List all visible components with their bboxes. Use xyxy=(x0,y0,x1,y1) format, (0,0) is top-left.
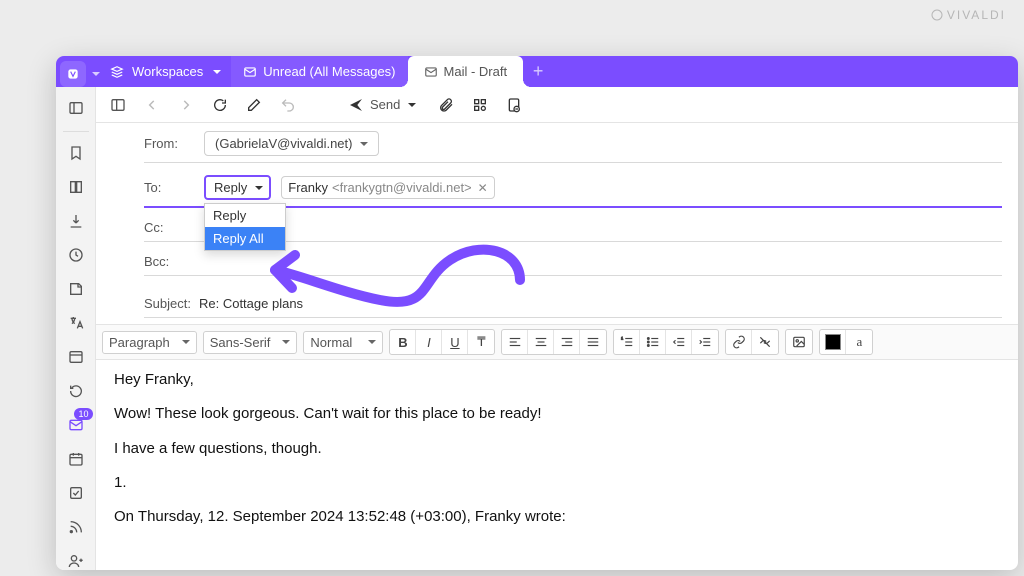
italic-button[interactable]: I xyxy=(416,330,442,354)
unlink-button[interactable] xyxy=(752,330,778,354)
feeds-icon[interactable] xyxy=(61,512,91,542)
from-label: From: xyxy=(144,136,194,151)
format-toolbar: Paragraph Sans-Serif Normal B I U ₸ 1 xyxy=(96,324,1018,360)
tab-mail-draft[interactable]: Mail - Draft xyxy=(408,56,524,87)
reply-option[interactable]: Reply xyxy=(205,204,285,227)
compose-area: Send From: (GabrielaV@vivaldi.net) To: xyxy=(96,87,1018,570)
svg-text:1: 1 xyxy=(621,337,623,341)
brand-watermark: VIVALDI xyxy=(931,8,1006,22)
to-row: To: Reply Reply Reply All Franky <franky… xyxy=(144,175,1002,208)
recipient-chip[interactable]: Franky <frankygtn@vivaldi.net> ✕ xyxy=(281,176,494,199)
underline-button[interactable]: U xyxy=(442,330,468,354)
send-button[interactable]: Send xyxy=(338,91,426,119)
from-row: From: (GabrielaV@vivaldi.net) xyxy=(144,131,1002,163)
mail-window: Workspaces Unread (All Messages) Mail - … xyxy=(56,56,1018,570)
mail-panel-icon[interactable] xyxy=(61,410,91,440)
nav-forward-icon[interactable] xyxy=(172,91,200,119)
unordered-list-button[interactable] xyxy=(640,330,666,354)
signature-icon[interactable] xyxy=(466,91,494,119)
font-select[interactable]: Sans-Serif xyxy=(203,331,298,354)
notes-icon[interactable] xyxy=(61,274,91,304)
bcc-row[interactable]: Bcc: xyxy=(144,254,1002,276)
text-color-button[interactable] xyxy=(820,330,846,354)
refresh-icon[interactable] xyxy=(206,91,234,119)
reply-mode-menu: Reply Reply All xyxy=(204,203,286,251)
to-label: To: xyxy=(144,180,194,195)
message-body[interactable]: Hey Franky, Wow! These look gorgeous. Ca… xyxy=(96,360,1018,551)
reading-list-icon[interactable] xyxy=(61,172,91,202)
align-left-button[interactable] xyxy=(502,330,528,354)
translate-icon[interactable] xyxy=(61,308,91,338)
indent-button[interactable] xyxy=(692,330,718,354)
undo-icon[interactable] xyxy=(274,91,302,119)
outdent-button[interactable] xyxy=(666,330,692,354)
compose-toolbar: Send xyxy=(96,87,1018,123)
history-icon[interactable] xyxy=(61,240,91,270)
bookmarks-icon[interactable] xyxy=(61,138,91,168)
window-panel-icon[interactable] xyxy=(61,342,91,372)
nav-back-icon[interactable] xyxy=(138,91,166,119)
align-center-button[interactable] xyxy=(528,330,554,354)
bg-color-button[interactable]: a xyxy=(846,330,872,354)
calendar-panel-icon[interactable] xyxy=(61,444,91,474)
subject-input[interactable]: Re: Cottage plans xyxy=(199,296,303,311)
reply-all-option[interactable]: Reply All xyxy=(205,227,285,250)
subject-label: Subject: xyxy=(144,296,191,311)
downloads-icon[interactable] xyxy=(61,206,91,236)
remove-recipient-icon[interactable]: ✕ xyxy=(478,181,488,195)
sessions-icon[interactable] xyxy=(61,376,91,406)
header-fields: From: (GabrielaV@vivaldi.net) To: Reply … xyxy=(96,123,1018,318)
align-right-button[interactable] xyxy=(554,330,580,354)
reply-mode-dropdown[interactable]: Reply Reply Reply All xyxy=(204,175,271,200)
paragraph-select[interactable]: Paragraph xyxy=(102,331,197,354)
ordered-list-button[interactable]: 1 xyxy=(614,330,640,354)
align-justify-button[interactable] xyxy=(580,330,606,354)
subject-row: Subject: Re: Cottage plans xyxy=(144,290,1002,318)
link-button[interactable] xyxy=(726,330,752,354)
tasks-icon[interactable] xyxy=(61,478,91,508)
size-select[interactable]: Normal xyxy=(303,331,383,354)
workspaces-button[interactable]: Workspaces xyxy=(100,56,231,87)
tab-unread[interactable]: Unread (All Messages) xyxy=(231,56,407,87)
clear-format-button[interactable]: ₸ xyxy=(468,330,494,354)
bcc-label: Bcc: xyxy=(144,254,194,269)
vivaldi-menu-button[interactable] xyxy=(60,61,86,87)
discard-icon[interactable] xyxy=(500,91,528,119)
cc-label: Cc: xyxy=(144,220,194,235)
title-bar: Workspaces Unread (All Messages) Mail - … xyxy=(56,56,1018,87)
from-account-dropdown[interactable]: (GabrielaV@vivaldi.net) xyxy=(204,131,379,156)
contacts-icon[interactable] xyxy=(61,546,91,570)
side-panel xyxy=(56,87,96,570)
bold-button[interactable]: B xyxy=(390,330,416,354)
panel-layout-icon[interactable] xyxy=(104,91,132,119)
panel-toggle-icon[interactable] xyxy=(61,93,91,123)
attach-icon[interactable] xyxy=(432,91,460,119)
image-button[interactable] xyxy=(786,330,812,354)
compose-new-icon[interactable] xyxy=(240,91,268,119)
